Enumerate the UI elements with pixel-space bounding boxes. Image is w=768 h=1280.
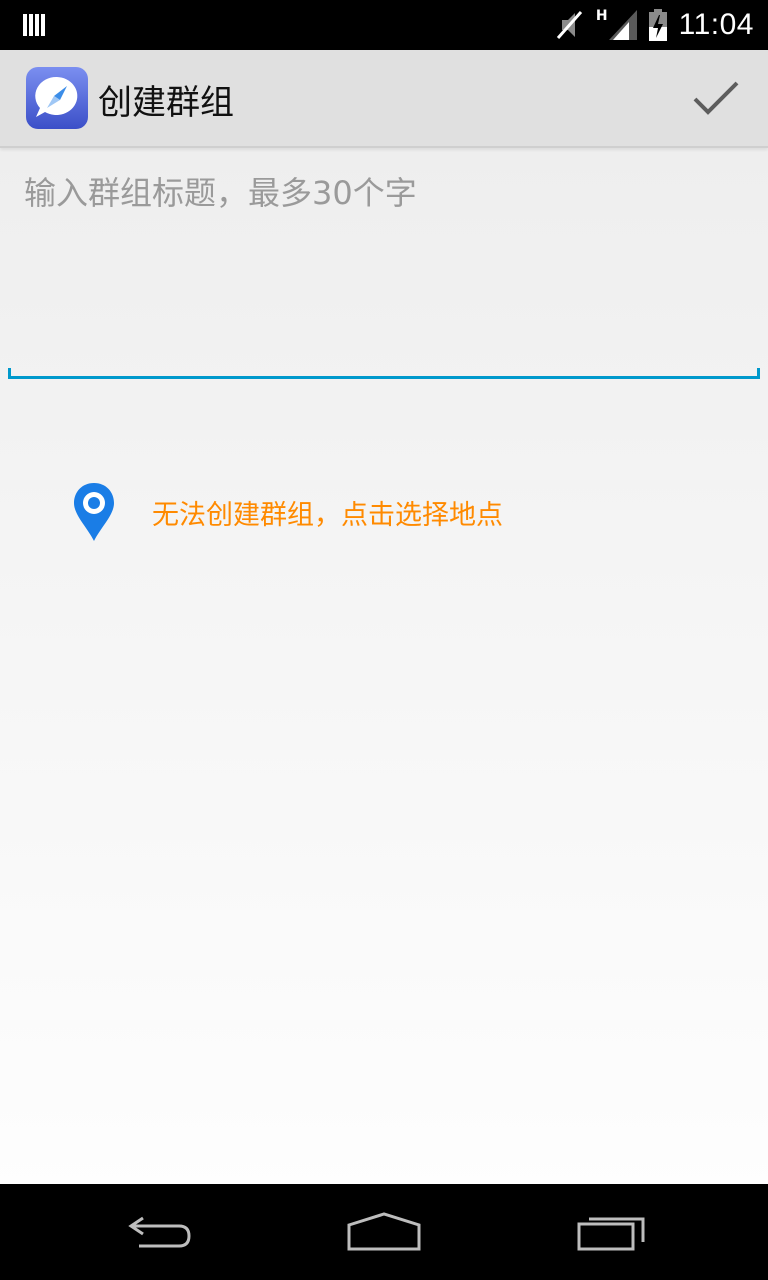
compass-chat-icon[interactable] (26, 67, 88, 129)
select-location-button[interactable]: 无法创建群组，点击选择地点 (70, 480, 503, 544)
home-button[interactable] (336, 1204, 432, 1260)
location-status-text: 无法创建群组，点击选择地点 (152, 499, 503, 531)
back-icon (128, 1216, 191, 1248)
home-icon (347, 1212, 421, 1251)
input-underline-left-tick (8, 368, 11, 378)
notification-icon (23, 14, 45, 36)
battery-icon (648, 9, 667, 41)
clock: 11:04 (678, 8, 754, 41)
status-bar: H 11:04 (0, 0, 768, 50)
navigation-bar (0, 1184, 768, 1280)
network-type-label: H (595, 8, 608, 24)
recents-button[interactable] (564, 1204, 660, 1260)
mute-icon (556, 11, 583, 39)
recents-icon (577, 1217, 645, 1251)
back-button[interactable] (112, 1204, 208, 1260)
screen: H 11:04 创建群组 输入群组标题，最多30个字 无法创建群组，点击选择地点 (0, 0, 768, 1280)
status-icons: H 11:04 (554, 0, 754, 50)
input-underline (8, 376, 760, 379)
page-title: 创建群组 (98, 83, 234, 123)
map-pin-icon (74, 483, 114, 541)
group-title-input[interactable] (8, 150, 760, 376)
signal-icon (608, 10, 637, 40)
input-underline-right-tick (757, 368, 760, 378)
check-icon (693, 81, 739, 115)
confirm-button[interactable] (686, 68, 746, 128)
action-bar: 创建群组 (0, 50, 768, 148)
group-title-field (8, 150, 760, 384)
